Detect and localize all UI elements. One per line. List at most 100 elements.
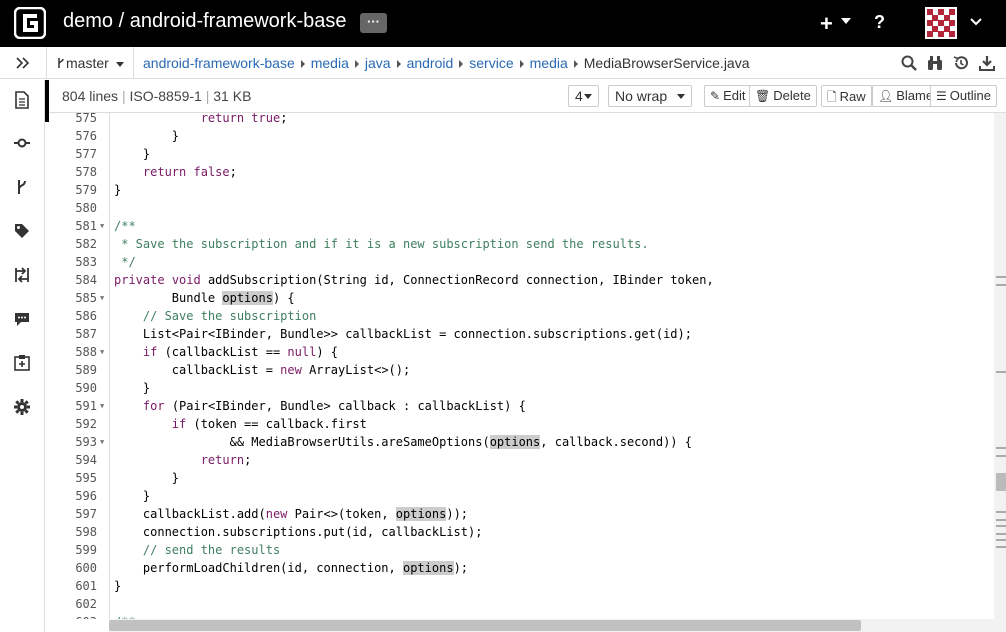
breadcrumb-separator-icon [573,59,578,68]
line-number[interactable]: 597 [49,505,97,523]
file-encoding: ISO-8859-1 [129,88,202,104]
line-number[interactable]: 603 [49,613,97,619]
vertical-scrollbar[interactable] [994,113,1006,619]
line-number[interactable]: 588 [49,343,97,361]
line-number[interactable]: 579 [49,181,97,199]
line-number[interactable]: 585 [49,289,97,307]
line-number[interactable]: 578 [49,163,97,181]
tab-size-select[interactable]: 4 [568,85,599,107]
list-icon: ☰ [936,89,947,103]
tags-icon[interactable] [13,222,31,240]
breadcrumb-link[interactable]: android-framework-base [143,55,295,71]
vertical-scrollbar-thumb[interactable] [996,473,1006,491]
line-number[interactable]: 596 [49,487,97,505]
commits-icon[interactable] [13,134,31,152]
create-caret-icon[interactable] [841,18,851,24]
breadcrumb-link[interactable]: service [469,55,513,71]
line-number[interactable]: 602 [49,595,97,613]
file-tools [900,54,996,72]
code-text: if (callbackList == null) { [142,345,338,359]
breadcrumb-separator-icon [519,59,524,68]
horizontal-scrollbar[interactable] [109,619,1006,632]
line-number[interactable]: 595 [49,469,97,487]
line-number[interactable]: 580 [49,199,97,217]
org-name[interactable]: demo [63,10,113,32]
branch-selector[interactable]: master [48,47,134,79]
binoculars-icon[interactable] [926,54,944,72]
code-viewer[interactable]: 575 return true; 576 } 577 } 578 return fal… [49,113,994,619]
history-icon[interactable] [952,54,970,72]
edit-button[interactable]: ✎ Edit [704,85,752,107]
line-number[interactable]: 583 [49,253,97,271]
compare-icon[interactable] [13,266,31,284]
code-line: 586 // Save the subscription [49,307,994,325]
line-number[interactable]: 589 [49,361,97,379]
line-number[interactable]: 601 [49,577,97,595]
user-icon: 👤︎ [878,89,894,103]
code-line: 589 callbackList = new ArrayList<>(); [49,361,994,379]
breadcrumb-link[interactable]: media [311,55,349,71]
line-number[interactable]: 590 [49,379,97,397]
create-button[interactable]: + [820,11,833,37]
repo-title[interactable]: demo / android-framework-base [63,10,346,33]
code-line: 588 ▼ if (callbackList == null) { [49,343,994,361]
fold-toggle-icon[interactable]: ▼ [100,433,104,451]
occurrence-marker [996,519,1006,521]
code-line: 593 ▼ && MediaBrowserUtils.areSameOptions… [49,433,994,451]
line-number[interactable]: 594 [49,451,97,469]
code-line: 599 // send the results [49,541,994,559]
expand-sidebar-button[interactable] [0,47,47,79]
occurrence-marker [996,276,1006,278]
line-number[interactable]: 592 [49,415,97,433]
line-number[interactable]: 598 [49,523,97,541]
line-number[interactable]: 577 [49,145,97,163]
fold-toggle-icon[interactable]: ▼ [100,289,104,307]
user-menu-chevron-down-icon[interactable] [969,15,983,29]
code-line: 579} [49,181,994,199]
line-number[interactable]: 582 [49,235,97,253]
line-number[interactable]: 581 [49,217,97,235]
line-number[interactable]: 600 [49,559,97,577]
reviews-icon[interactable] [13,310,31,328]
fold-toggle-icon[interactable]: ▼ [100,613,104,619]
download-icon[interactable] [978,54,996,72]
wrap-select[interactable]: No wrap [608,85,692,107]
delete-button[interactable]: 🗑︎ Delete [749,85,817,107]
file-info-bar: 804 lines | ISO-8859-1 | 31 KB 4 No wrap… [49,80,1006,113]
line-number[interactable]: 599 [49,541,97,559]
breadcrumb-link[interactable]: java [365,55,391,71]
breadcrumb-link[interactable]: media [530,55,568,71]
line-number[interactable]: 591 [49,397,97,415]
pull-requests-icon[interactable] [13,354,31,372]
user-avatar[interactable] [925,7,957,39]
help-button[interactable]: ? [874,12,885,33]
settings-gear-icon[interactable] [13,398,31,416]
code-line: 592 if (token == callback.first [49,415,994,433]
line-number[interactable]: 584 [49,271,97,289]
line-number[interactable]: 587 [49,325,97,343]
horizontal-scrollbar-thumb[interactable] [109,620,861,631]
files-icon[interactable] [13,91,31,109]
fold-toggle-icon[interactable]: ▼ [100,397,104,415]
app-logo-icon[interactable] [14,7,46,39]
line-number[interactable]: 586 [49,307,97,325]
raw-button[interactable]: 🗋 Raw [821,85,872,107]
code-line: 583 */ [49,253,994,271]
title-separator: / [118,10,125,32]
repo-name[interactable]: android-framework-base [130,10,347,32]
fold-toggle-icon[interactable]: ▼ [100,217,104,235]
line-number[interactable]: 575 [49,113,97,127]
line-number[interactable]: 576 [49,127,97,145]
branch-name: master [66,55,109,71]
line-number[interactable]: 593 [49,433,97,451]
branches-icon[interactable] [13,178,31,196]
repo-more-button[interactable]: ··· [360,13,387,33]
raw-label: Raw [839,89,866,104]
search-icon[interactable] [900,54,918,72]
fold-toggle-icon[interactable]: ▼ [100,343,104,361]
breadcrumb-bar: master android-framework-base media java an… [0,47,1006,79]
code-text: } [114,489,151,503]
outline-button[interactable]: ☰ Outline [930,85,997,107]
double-chevron-right-icon [16,57,30,69]
breadcrumb-link[interactable]: android [407,55,454,71]
